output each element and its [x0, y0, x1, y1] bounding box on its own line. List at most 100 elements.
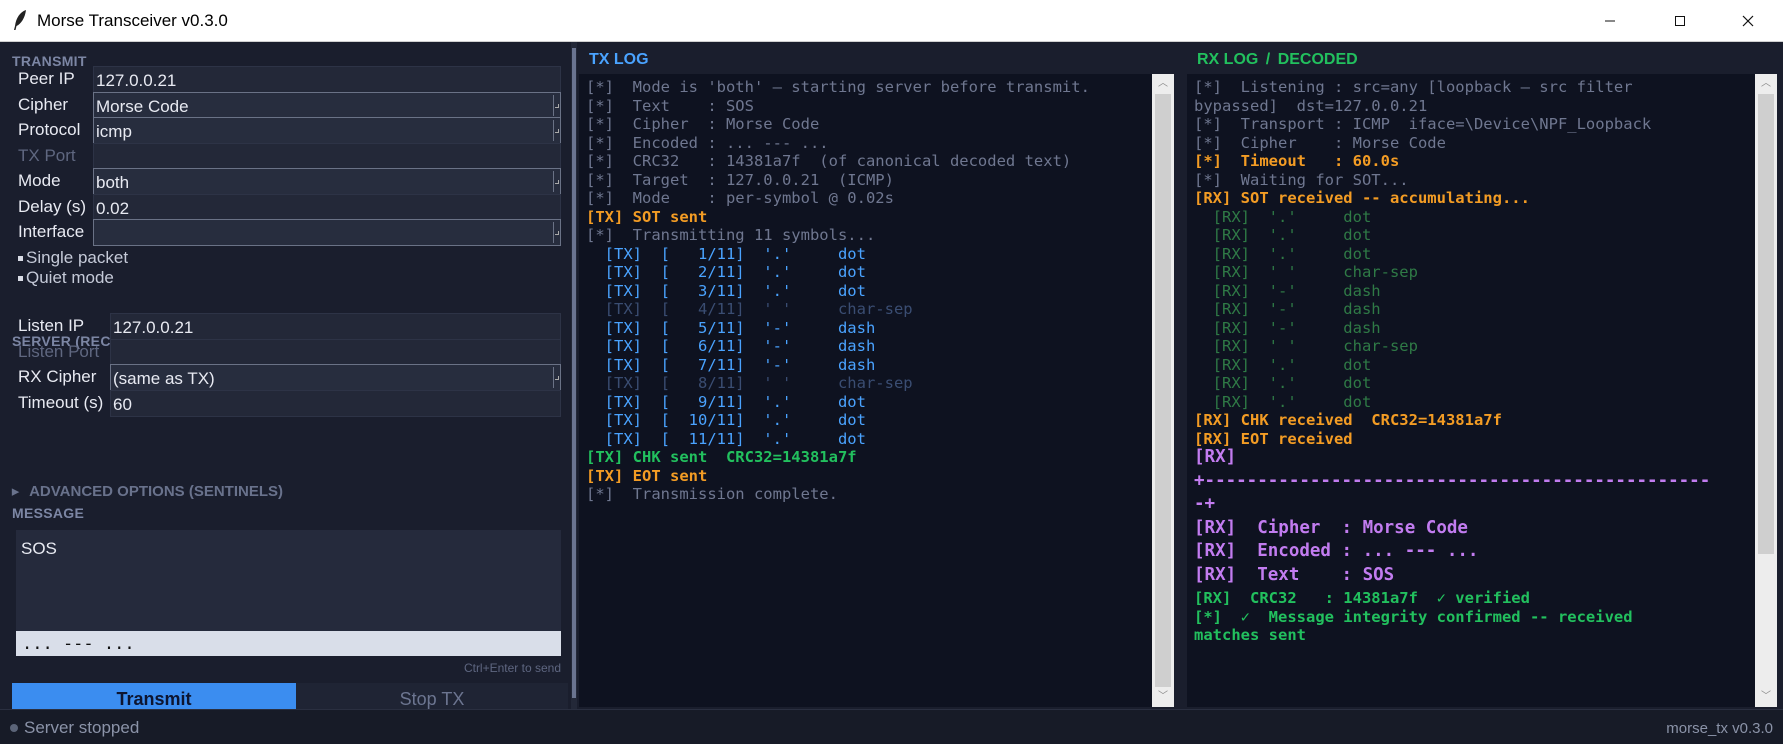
minimize-button[interactable] — [1575, 0, 1645, 42]
log-line: [TX] [ 5/11] '-' dash — [586, 318, 876, 337]
peer-ip-value: 127.0.0.21 — [96, 71, 177, 90]
protocol-select[interactable]: icmp — [93, 117, 561, 144]
status-bar: Server stopped morse_tx v0.3.0 — [0, 709, 1783, 744]
log-line: [TX] [ 7/11] '-' dash — [586, 355, 876, 374]
chevron-down-icon[interactable] — [553, 171, 559, 192]
rx-log-output[interactable]: [*] Listening : src=any [loopback — src … — [1187, 74, 1755, 707]
log-line: [*] Target : 127.0.0.21 (ICMP) — [586, 170, 894, 189]
rx-cipher-select[interactable]: (same as TX) — [110, 364, 561, 391]
timeout-s-field[interactable]: 60 — [110, 389, 561, 417]
log-line: [RX] '-' dash — [1194, 281, 1381, 300]
rx-cipher-row: RX Cipher (same as TX) — [12, 364, 561, 391]
send-hint: Ctrl+Enter to send — [463, 661, 561, 675]
log-line: [*] Timeout : 60.0s — [1194, 152, 1400, 170]
interface-label: Interface — [18, 222, 85, 241]
log-line: [RX] ' ' char-sep — [1194, 337, 1418, 355]
version-label: morse_tx v0.3.0 — [1666, 720, 1773, 737]
interface-select[interactable] — [93, 219, 561, 246]
log-line: [RX] '-' dash — [1194, 300, 1381, 318]
timeout-s-row: Timeout (s) 60 — [12, 389, 561, 417]
listen-ip-value: 127.0.0.21 — [113, 318, 194, 337]
scroll-up-icon[interactable]: ︿ — [1755, 74, 1777, 94]
scroll-up-icon[interactable]: ︿ — [1152, 74, 1174, 94]
window-title: Morse Transceiver v0.3.0 — [37, 11, 228, 30]
log-line: [TX] [ 1/11] '.' dot — [586, 244, 866, 263]
delay-s-row: Delay (s) 0.02 — [12, 193, 561, 221]
tx-log-scrollbar[interactable]: ︿ ﹀ — [1152, 74, 1174, 707]
log-line: [RX] '.' dot — [1194, 207, 1372, 226]
log-line: [*] Encoded : ... --- ... — [586, 133, 829, 152]
listen-port-label: Listen Port — [18, 341, 100, 361]
log-line: [TX] [ 2/11] '.' dot — [586, 263, 866, 281]
log-line: [TX] [ 3/11] '.' dot — [586, 281, 866, 300]
advanced-options-toggle[interactable]: ▶ ADVANCED OPTIONS (SENTINELS) — [12, 483, 283, 500]
cipher-value: Morse Code — [96, 96, 189, 116]
left-scroll-thumb[interactable] — [572, 48, 576, 698]
log-line: [RX] Text : SOS — [1194, 564, 1395, 585]
log-line: +---------------------------------------… — [1194, 470, 1711, 491]
tx-scroll-thumb[interactable] — [1155, 94, 1171, 687]
log-line: [RX] Encoded : ... --- ... — [1194, 541, 1479, 561]
rx-log-scrollbar[interactable]: ︿ ﹀ — [1755, 74, 1777, 707]
log-line: [*] Waiting for SOT... — [1194, 170, 1409, 189]
log-line: [TX] [ 8/11] ' ' char-sep — [586, 374, 913, 392]
close-button[interactable] — [1713, 0, 1783, 42]
cipher-label: Cipher — [18, 94, 69, 114]
protocol-row: Protocol icmp — [12, 117, 561, 144]
rx-scroll-thumb[interactable] — [1758, 94, 1774, 554]
mode-value: both — [96, 173, 130, 192]
log-line: [TX] EOT sent — [586, 466, 708, 485]
scroll-down-icon[interactable]: ﹀ — [1152, 687, 1174, 707]
protocol-value: icmp — [96, 122, 132, 141]
chevron-down-icon[interactable] — [553, 367, 559, 388]
log-line: [*] Transmission complete. — [586, 485, 838, 503]
chevron-down-icon[interactable] — [553, 94, 559, 116]
log-line: [RX] — [1194, 447, 1237, 467]
maximize-button[interactable] — [1645, 0, 1715, 42]
mode-row: Mode both — [12, 168, 561, 195]
log-line: [TX] [ 6/11] '-' dash — [586, 337, 876, 355]
peer-ip-label: Peer IP — [18, 69, 75, 88]
peer-ip-field[interactable]: 127.0.0.21 — [93, 66, 561, 93]
log-line: [RX] '.' dot — [1194, 244, 1372, 263]
message-text: SOS — [21, 539, 57, 558]
log-line: [RX] '.' dot — [1194, 355, 1372, 374]
advanced-options-label: ADVANCED OPTIONS (SENTINELS) — [29, 483, 283, 500]
chevron-down-icon[interactable] — [553, 222, 559, 243]
listen-ip-field[interactable]: 127.0.0.21 — [110, 313, 561, 340]
single-packet-label: Single packet — [26, 248, 129, 267]
cipher-row: Cipher Morse Code — [12, 91, 561, 119]
log-line: [*] Mode : per-symbol @ 0.02s — [586, 189, 894, 207]
log-line: [RX] '.' dot — [1194, 374, 1372, 392]
tx-port-label: TX Port — [18, 145, 76, 165]
message-input[interactable]: SOS — [16, 530, 561, 631]
chevron-down-icon[interactable] — [553, 120, 559, 141]
single-packet-checkbox[interactable]: Single packet — [18, 248, 128, 268]
rx-log-pane: RX LOG / DECODED [*] Listening : src=any… — [1185, 42, 1783, 709]
log-line: [TX] [ 11/11] '.' dot — [586, 429, 866, 448]
delay-s-field[interactable]: 0.02 — [93, 193, 561, 221]
log-line: [RX] '-' dash — [1194, 318, 1381, 337]
quiet-mode-checkbox[interactable]: Quiet mode — [18, 268, 114, 288]
log-line: [*] Cipher : Morse Code — [586, 115, 820, 133]
log-line: [RX] Cipher : Morse Code — [1194, 517, 1468, 538]
tx-log-title: TX LOG — [589, 51, 649, 68]
log-line: [RX] '.' dot — [1194, 392, 1372, 411]
mode-select[interactable]: both — [93, 168, 561, 195]
log-line: -+ — [1194, 494, 1216, 514]
tx-log-output[interactable]: [*] Mode is 'both' — starting server bef… — [579, 74, 1152, 707]
morse-preview: ... --- ... — [16, 631, 561, 656]
scroll-down-icon[interactable]: ﹀ — [1755, 687, 1777, 707]
log-line: [TX] [ 9/11] '.' dot — [586, 392, 866, 411]
mode-label: Mode — [18, 171, 61, 190]
rx-log-title-sep: / — [1265, 51, 1271, 68]
log-line: [TX] [ 4/11] ' ' char-sep — [586, 300, 913, 318]
tx-port-field — [93, 142, 561, 170]
tx-port-row: TX Port — [12, 142, 561, 170]
close-icon — [1742, 15, 1754, 27]
timeout-s-label: Timeout (s) — [18, 392, 104, 412]
log-line: [RX] '.' dot — [1194, 226, 1372, 244]
cipher-select[interactable]: Morse Code — [93, 91, 561, 119]
listen-port-row: Listen Port — [12, 338, 561, 366]
log-line: [*] Text : SOS — [586, 96, 754, 115]
